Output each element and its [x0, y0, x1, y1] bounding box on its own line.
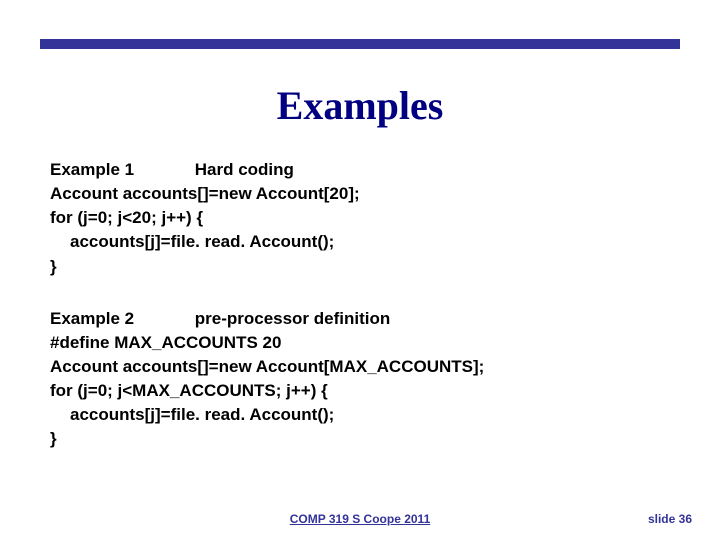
footer-course: COMP 319 S Coope 2011 — [0, 512, 720, 526]
slide-content: Example 1 Hard coding Account accounts[]… — [50, 158, 670, 451]
example2-code-line: #define MAX_ACCOUNTS 20 — [50, 331, 670, 355]
footer-slide-number: slide 36 — [648, 512, 692, 526]
example1-code-line: Account accounts[]=new Account[20]; — [50, 182, 670, 206]
example1-code-line: for (j=0; j<20; j++) { — [50, 206, 670, 230]
example2-code-line: for (j=0; j<MAX_ACCOUNTS; j++) { — [50, 379, 670, 403]
example1-label: Example 1 — [50, 158, 190, 182]
header-bar — [40, 39, 680, 49]
example2-code-line: } — [50, 427, 670, 451]
example2-header: Example 2 pre-processor definition — [50, 307, 670, 331]
example2-code-line: Account accounts[]=new Account[MAX_ACCOU… — [50, 355, 670, 379]
example1-code-line: } — [50, 255, 670, 279]
example2-subtitle: pre-processor definition — [195, 309, 391, 328]
slide-title: Examples — [0, 82, 720, 129]
example2-code-line: accounts[j]=file. read. Account(); — [50, 403, 670, 427]
example1-code-line: accounts[j]=file. read. Account(); — [50, 230, 670, 254]
example1-subtitle: Hard coding — [195, 160, 294, 179]
example2-label: Example 2 — [50, 307, 190, 331]
example1-header: Example 1 Hard coding — [50, 158, 670, 182]
